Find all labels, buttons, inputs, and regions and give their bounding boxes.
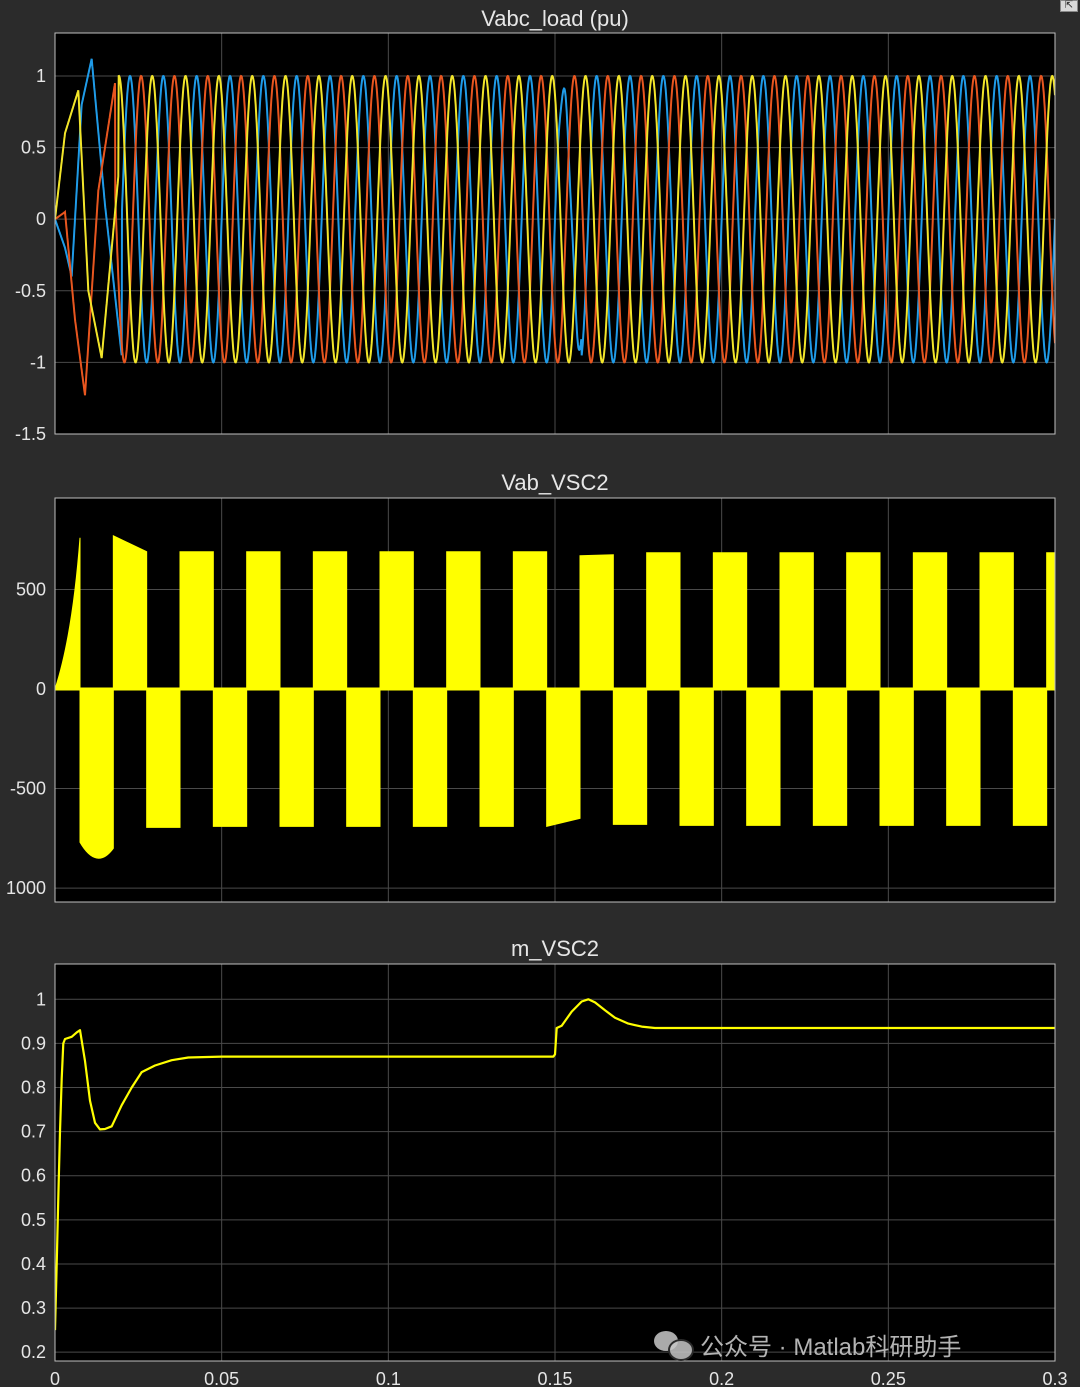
y-tick-label: 0.9 <box>21 1033 46 1053</box>
scope-figure: Vabc_load (pu) -1.5 -1 -0.5 0 0.5 1 Vab_VSC2 … <box>6 6 1068 1387</box>
y-tick-label: -1.5 <box>15 424 46 444</box>
y-tick-label: 500 <box>16 580 46 600</box>
y-tick-label: 0 <box>36 209 46 229</box>
y-tick-label: 0 <box>36 679 46 699</box>
pulse-block <box>679 688 714 826</box>
x-tick-label: 0.15 <box>537 1369 572 1387</box>
y-tick-label: 1000 <box>6 878 46 898</box>
pulse-block <box>179 551 214 690</box>
x-tick-label: 0.2 <box>709 1369 734 1387</box>
pulse-block <box>446 551 481 690</box>
x-tick-label: 0.05 <box>204 1369 239 1387</box>
axes-vabc-load: Vabc_load (pu) -1.5 -1 -0.5 0 0.5 1 <box>15 6 1056 444</box>
title-m-vsc2: m_VSC2 <box>511 936 599 961</box>
y-tick-label: 0.5 <box>21 138 46 158</box>
y-tick-label: 0.6 <box>21 1166 46 1186</box>
pulse-block <box>212 688 248 827</box>
axes-m-vsc2: m_VSC2 0.2 0.3 0.4 0.5 0.6 0.7 0.8 0.9 1 0 0.05 0.1… <box>21 936 1068 1387</box>
y-tick-label: 1 <box>36 989 46 1009</box>
y-tick-label: 0.2 <box>21 1342 46 1362</box>
title-vabc-load: Vabc_load (pu) <box>481 6 629 31</box>
pulse-block <box>412 688 448 827</box>
pulse-block <box>646 552 681 690</box>
x-tick-label: 0.1 <box>376 1369 401 1387</box>
pulse-block <box>879 688 914 826</box>
watermark: 公众号 · Matlab科研助手 <box>654 1324 961 1364</box>
pulse-block <box>479 688 514 827</box>
pulse-block <box>512 551 548 690</box>
y-tick-label: -500 <box>10 779 46 799</box>
x-tick-label: 0.3 <box>1042 1369 1067 1387</box>
axes-vab-vsc2: Vab_VSC2 1000 -500 0 500 <box>6 470 1056 903</box>
watermark-text: 公众号 · Matlab科研助手 <box>700 1333 962 1361</box>
pulse-block <box>279 688 314 827</box>
pulse-block <box>579 554 614 690</box>
pulse-block <box>1012 688 1048 826</box>
wechat-icon <box>654 1329 694 1361</box>
pulse-block <box>712 552 748 690</box>
pulse-block <box>1046 552 1055 690</box>
y-tick-label: 0.7 <box>21 1122 46 1142</box>
y-tick-label: -0.5 <box>15 281 46 301</box>
y-tick-label: 0.3 <box>21 1298 46 1318</box>
title-vab-vsc2: Vab_VSC2 <box>501 470 608 495</box>
pulse-block <box>79 688 114 859</box>
plot-content <box>55 58 1055 396</box>
x-tick-label: 0.25 <box>871 1369 906 1387</box>
pulse-block <box>379 551 414 690</box>
pulse-block <box>912 552 948 690</box>
pulse-block <box>779 552 814 690</box>
pulse-block <box>812 688 848 826</box>
pulse-block <box>246 551 281 690</box>
y-tick-label: 1 <box>36 66 46 86</box>
pulse-block <box>546 688 581 828</box>
pulse-block <box>346 688 381 827</box>
pulse-block <box>979 552 1014 690</box>
y-tick-label: 0.5 <box>21 1210 46 1230</box>
y-tick-label: 0.8 <box>21 1078 46 1098</box>
y-tick-label: -1 <box>30 352 46 372</box>
pulse-block <box>146 688 181 828</box>
pulse-block <box>612 688 648 825</box>
y-tick-label: 0.4 <box>21 1254 46 1274</box>
pulse-block <box>312 551 348 690</box>
x-tick-label: 0 <box>50 1369 60 1387</box>
pulse-block <box>112 535 148 690</box>
pulse-block <box>746 688 781 826</box>
pulse-block <box>846 552 881 690</box>
pulse-block <box>946 688 981 826</box>
restore-icon[interactable]: ⇱ <box>1060 0 1078 12</box>
